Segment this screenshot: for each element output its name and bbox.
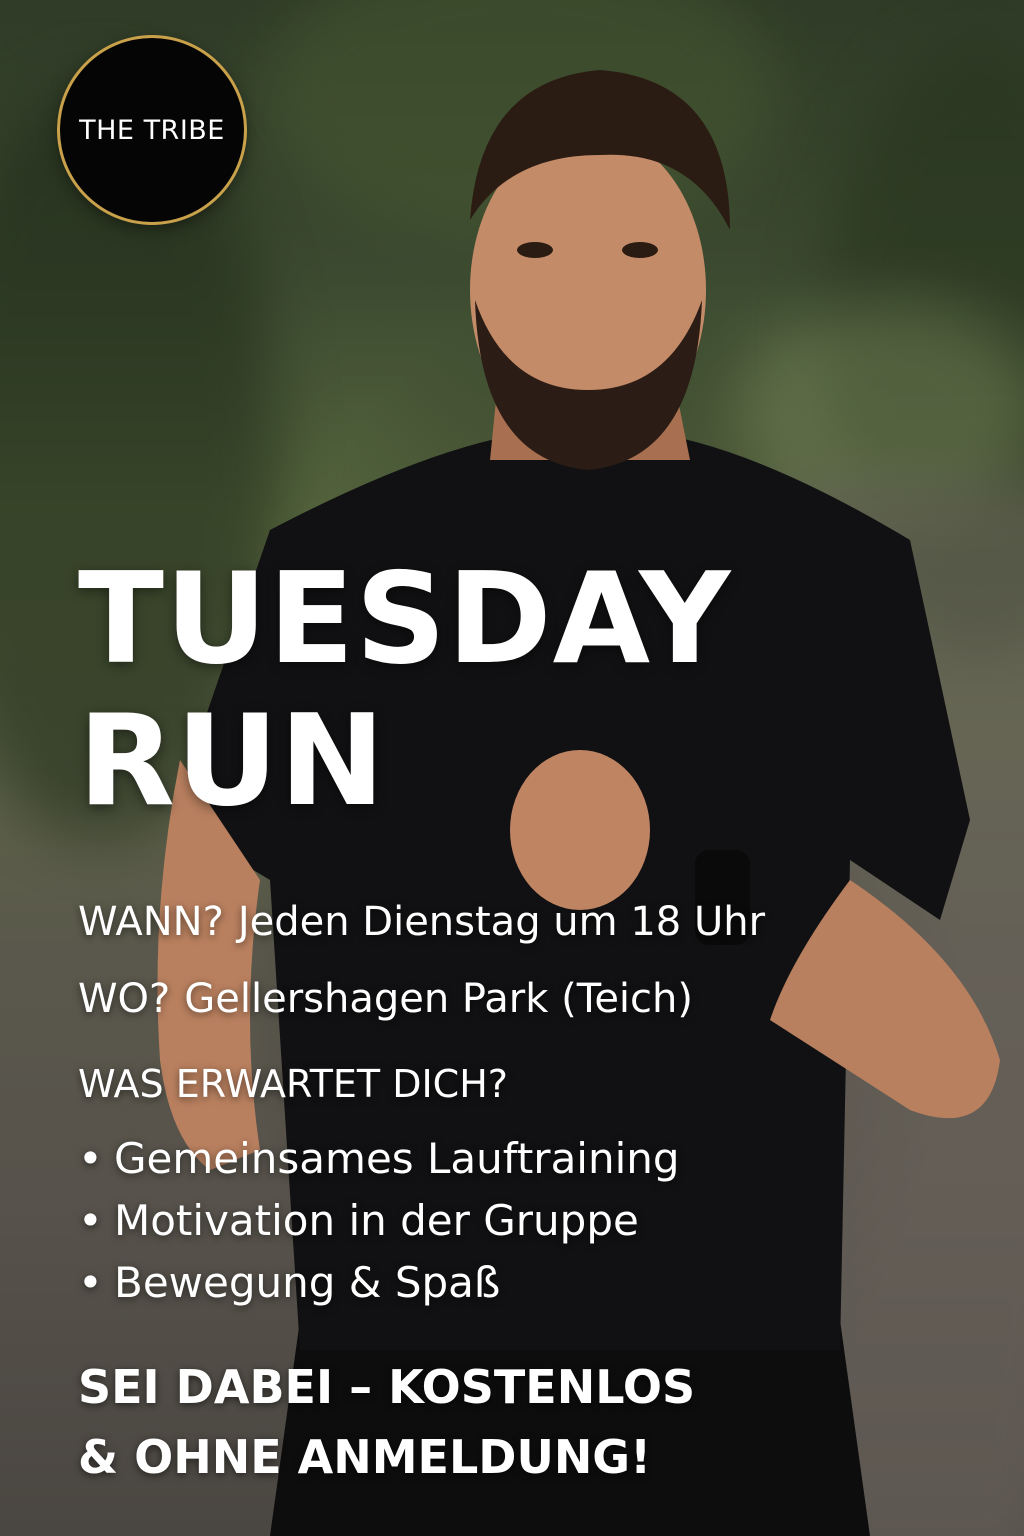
headline-line-2: RUN (78, 687, 386, 834)
list-item: • Gemeinsames Lauftraining (78, 1128, 680, 1190)
where-value: Gellershagen Park (Teich) (184, 976, 693, 1022)
call-to-action: SEI DABEI – KOSTENLOS & OHNE ANMELDUNG! (78, 1352, 695, 1492)
where-row: WO? Gellershagen Park (Teich) (78, 975, 693, 1023)
expect-title: WAS ERWARTET DICH? (78, 1062, 508, 1106)
headline-line-1: TUESDAY (78, 545, 732, 692)
bullet-icon: • (78, 1196, 103, 1245)
bullet-icon: • (78, 1134, 103, 1183)
when-value: Jeden Dienstag um 18 Uhr (237, 899, 766, 945)
cta-line-2: & OHNE ANMELDUNG! (78, 1430, 652, 1484)
where-label: WO? (78, 976, 171, 1022)
expect-list: • Gemeinsames Lauftraining • Motivation in… (78, 1128, 680, 1314)
when-label: WANN? (78, 899, 224, 945)
list-item: • Motivation in der Gruppe (78, 1190, 680, 1252)
list-item: • Bewegung & Spaß (78, 1252, 680, 1314)
cta-line-1: SEI DABEI – KOSTENLOS (78, 1360, 696, 1414)
the-tribe-logo: THE TRIBE (60, 38, 244, 222)
logo-text: THE TRIBE (79, 114, 225, 146)
headline: TUESDAY RUN (78, 548, 731, 832)
poster: THE TRIBE TUESDAY RUN WANN? Jeden Diensta… (0, 0, 1024, 1536)
when-row: WANN? Jeden Dienstag um 18 Uhr (78, 898, 765, 946)
bullet-icon: • (78, 1258, 103, 1307)
